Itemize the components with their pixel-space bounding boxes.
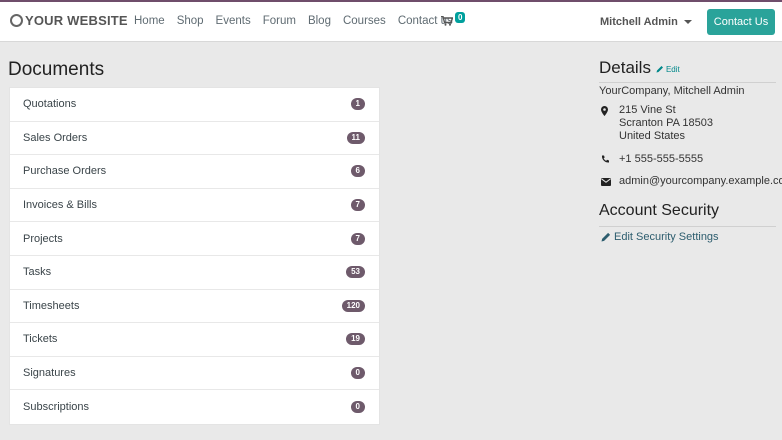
edit-security-settings-link[interactable]: Edit Security Settings bbox=[601, 231, 719, 243]
list-item-invoices-bills[interactable]: Invoices & Bills 7 bbox=[10, 189, 379, 223]
count-badge: 53 bbox=[346, 266, 365, 279]
list-item-purchase-orders[interactable]: Purchase Orders 6 bbox=[10, 155, 379, 189]
nav-forum[interactable]: Forum bbox=[263, 15, 296, 27]
list-item-projects[interactable]: Projects 7 bbox=[10, 222, 379, 256]
list-item-tickets[interactable]: Tickets 19 bbox=[10, 323, 379, 357]
count-badge: 0 bbox=[350, 401, 365, 414]
count-badge: 19 bbox=[346, 333, 365, 346]
envelope-icon bbox=[601, 175, 619, 190]
count-badge: 11 bbox=[346, 131, 365, 144]
nav-blog[interactable]: Blog bbox=[308, 15, 331, 27]
list-item-label: Purchase Orders bbox=[23, 165, 107, 178]
address-line1: 215 Vine St bbox=[619, 104, 676, 116]
logo-text: YOUR WEBSITE bbox=[25, 13, 128, 28]
site-logo[interactable]: YOUR WEBSITE bbox=[10, 13, 128, 28]
account-security-title: Account Security bbox=[599, 202, 720, 219]
cart-icon bbox=[441, 16, 453, 26]
edit-security-label: Edit Security Settings bbox=[614, 231, 719, 243]
documents-title: Documents bbox=[8, 59, 105, 80]
nav-home[interactable]: Home bbox=[134, 15, 165, 27]
cart-count-badge: 0 bbox=[455, 12, 466, 23]
count-badge: 7 bbox=[350, 199, 365, 212]
logo-icon bbox=[10, 14, 23, 27]
map-marker-icon bbox=[601, 104, 619, 143]
phone-row: +1 555-555-5555 bbox=[601, 153, 703, 168]
list-item-label: Subscriptions bbox=[23, 401, 90, 414]
edit-label: Edit bbox=[665, 64, 680, 74]
list-item-label: Sales Orders bbox=[23, 131, 88, 144]
list-item-label: Projects bbox=[23, 232, 63, 245]
count-badge: 1 bbox=[350, 98, 365, 111]
nav-events[interactable]: Events bbox=[216, 15, 251, 27]
list-item-label: Signatures bbox=[23, 367, 76, 380]
contact-us-button[interactable]: Contact Us bbox=[707, 9, 775, 35]
details-header: Details Edit bbox=[599, 58, 680, 78]
list-item-tasks[interactable]: Tasks 53 bbox=[10, 256, 379, 290]
list-item-label: Tickets bbox=[23, 333, 58, 346]
count-badge: 7 bbox=[350, 232, 365, 245]
list-item-quotations[interactable]: Quotations 1 bbox=[10, 88, 379, 122]
pencil-icon bbox=[601, 232, 611, 242]
list-item-subscriptions[interactable]: Subscriptions 0 bbox=[10, 390, 379, 424]
count-badge: 120 bbox=[341, 299, 365, 312]
count-badge: 0 bbox=[350, 367, 365, 380]
email-row: admin@yourcompany.example.com bbox=[601, 175, 782, 190]
list-item-label: Invoices & Bills bbox=[23, 199, 97, 212]
count-badge: 6 bbox=[350, 165, 365, 178]
pencil-icon bbox=[656, 66, 663, 73]
divider bbox=[599, 82, 776, 83]
list-item-label: Quotations bbox=[23, 98, 77, 111]
list-item-sales-orders[interactable]: Sales Orders 11 bbox=[10, 122, 379, 156]
list-item-label: Timesheets bbox=[23, 299, 80, 312]
list-item-signatures[interactable]: Signatures 0 bbox=[10, 357, 379, 391]
edit-details-link[interactable]: Edit bbox=[656, 65, 680, 74]
divider bbox=[599, 226, 776, 227]
user-menu[interactable]: Mitchell Admin bbox=[600, 16, 692, 28]
user-name: Mitchell Admin bbox=[600, 16, 678, 28]
top-navbar: YOUR WEBSITE Home Shop Events Forum Blog… bbox=[0, 0, 782, 42]
nav-shop[interactable]: Shop bbox=[177, 15, 204, 27]
nav-courses[interactable]: Courses bbox=[343, 15, 386, 27]
cart-link[interactable]: 0 bbox=[441, 12, 466, 26]
phone-number: +1 555-555-5555 bbox=[619, 153, 704, 165]
address-line2: Scranton PA 18503 bbox=[619, 117, 713, 129]
address-line3: United States bbox=[619, 130, 686, 142]
company-name: YourCompany, Mitchell Admin bbox=[599, 85, 745, 97]
email-address: admin@yourcompany.example.com bbox=[619, 175, 782, 187]
address-block: 215 Vine St Scranton PA 18503 United Sta… bbox=[601, 104, 713, 143]
documents-list: Quotations 1 Sales Orders 11 Purchase Or… bbox=[9, 87, 380, 425]
list-item-label: Tasks bbox=[23, 266, 52, 279]
list-item-timesheets[interactable]: Timesheets 120 bbox=[10, 290, 379, 324]
phone-icon bbox=[601, 153, 619, 168]
main-nav: Home Shop Events Forum Blog Courses Cont… bbox=[134, 15, 465, 27]
chevron-down-icon bbox=[683, 20, 692, 24]
details-title: Details bbox=[599, 58, 651, 77]
